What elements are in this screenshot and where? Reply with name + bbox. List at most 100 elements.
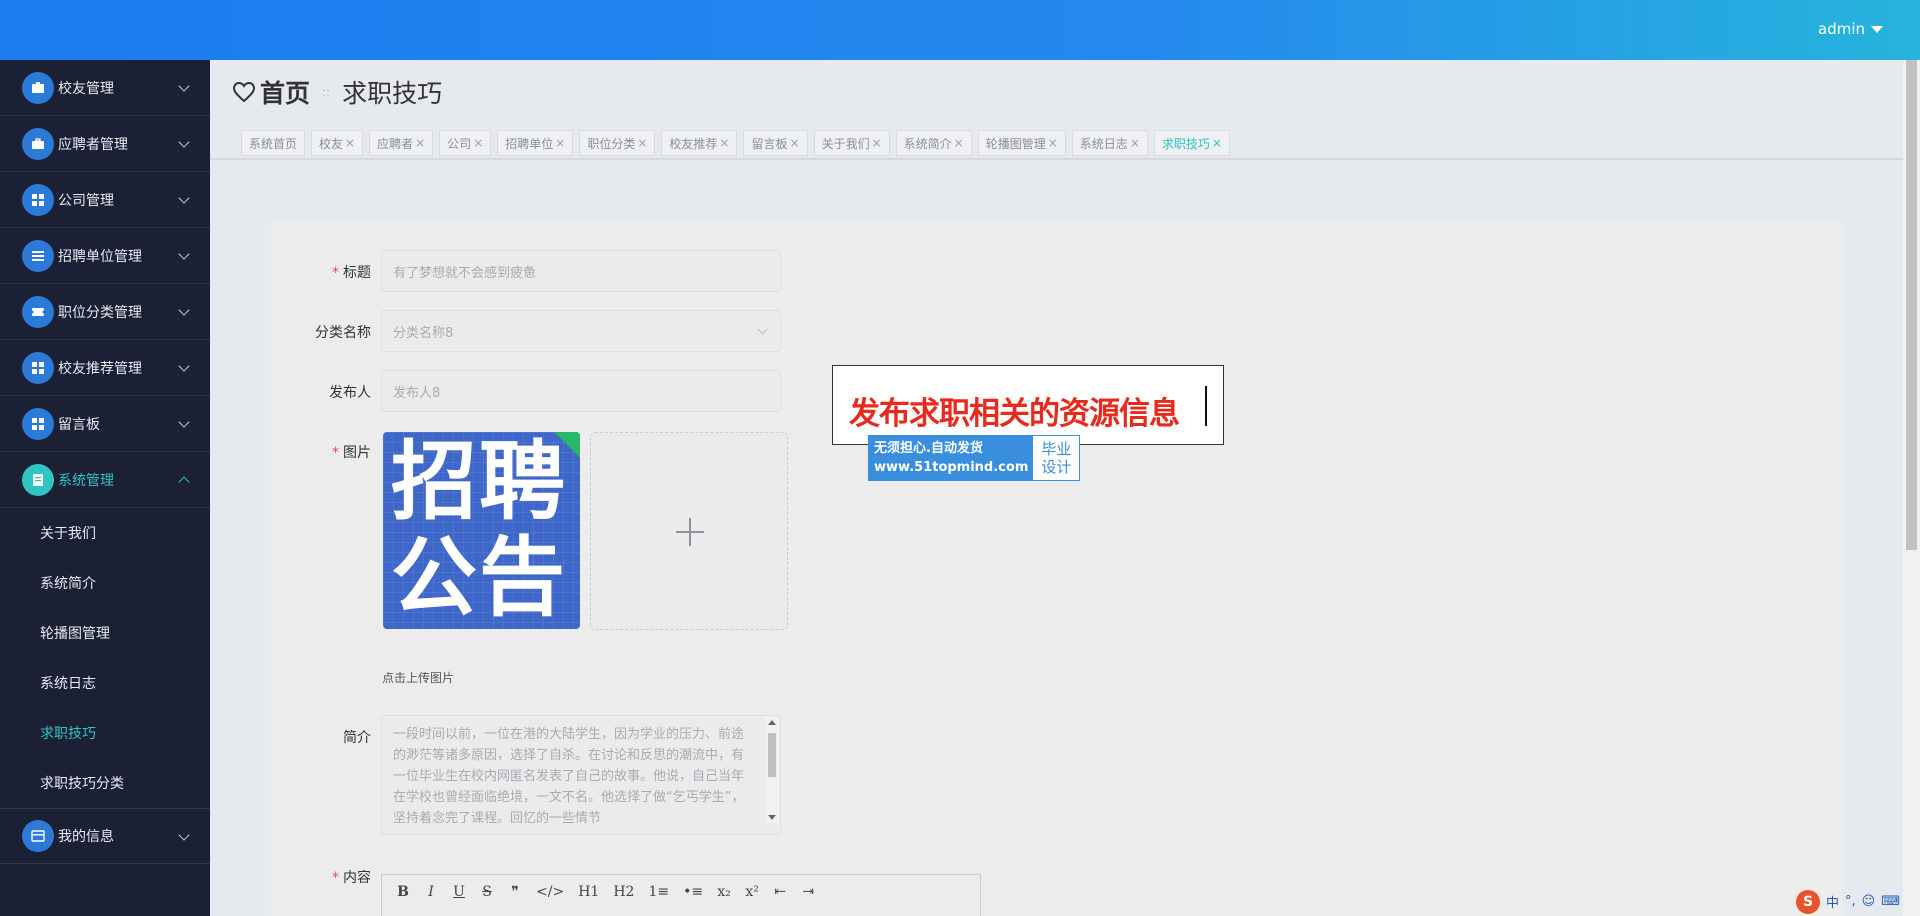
sidebar-item-my-info[interactable]: 我的信息 <box>0 808 210 864</box>
blockquote-button[interactable]: ❞ <box>508 884 522 900</box>
content-label: * 内容 <box>332 870 371 886</box>
grid-icon <box>22 183 54 216</box>
sogou-logo-icon[interactable]: S <box>1796 889 1820 914</box>
tag-system-intro[interactable]: 系统简介 × <box>895 130 972 156</box>
user-name: admin <box>1818 20 1865 38</box>
h1-button[interactable]: H1 <box>578 884 599 900</box>
close-icon[interactable]: × <box>415 136 425 150</box>
grid-icon <box>22 351 54 384</box>
code-button[interactable]: </> <box>536 884 564 900</box>
category-label: 分类名称 <box>315 325 371 341</box>
tag-alumni-recommend[interactable]: 校友推荐 × <box>661 130 738 156</box>
close-icon[interactable]: × <box>473 136 483 150</box>
tag-recruiter[interactable]: 招聘单位 × <box>497 130 574 156</box>
sidebar-item-applicants[interactable]: 应聘者管理 <box>0 116 210 172</box>
id-card-icon <box>22 71 54 104</box>
textarea-scrollbar[interactable] <box>765 717 779 823</box>
close-icon[interactable]: × <box>790 136 800 150</box>
sidebar-item-label: 系统管理 <box>58 472 114 489</box>
breadcrumb-current: 求职技巧 <box>342 79 443 108</box>
ime-punct[interactable]: °, <box>1845 894 1856 909</box>
upload-button[interactable] <box>590 432 788 630</box>
watermark-badge: 无须担心.自动发货 www.51topmind.com 毕业 设计 <box>868 435 1081 481</box>
watermark-right-2: 设计 <box>1041 458 1072 476</box>
superscript-button[interactable]: x² <box>745 884 759 900</box>
keyboard-icon[interactable]: ⌨ <box>1881 894 1900 909</box>
underline-button[interactable]: U <box>452 884 466 900</box>
h2-button[interactable]: H2 <box>613 884 634 900</box>
banner-text: 发布求职相关的资源信息 <box>849 396 1180 432</box>
sidebar-sub-carousel[interactable]: 轮播图管理 <box>0 608 210 658</box>
summary-label: 简介 <box>343 730 371 746</box>
summary-textarea[interactable]: 一段时间以前，一位在港的大陆学生，因为学业的压力、前途的渺茫等诸多原因，选择了自… <box>381 715 781 835</box>
sidebar-sub-about[interactable]: 关于我们 <box>0 508 210 558</box>
close-icon[interactable]: × <box>345 136 355 150</box>
ordered-list-button[interactable]: 1≡ <box>648 884 669 900</box>
category-select-text: 分类名称8 <box>393 325 454 341</box>
ime-tray: S 中 °, ☺ ⌨ <box>1790 887 1920 916</box>
tag-system-log[interactable]: 系统日志 × <box>1071 130 1148 156</box>
top-header: admin <box>0 0 1920 60</box>
close-icon[interactable]: × <box>954 136 964 150</box>
sidebar-sub-job-tips-category[interactable]: 求职技巧分类 <box>0 758 210 808</box>
sidebar-item-company[interactable]: 公司管理 <box>0 172 210 228</box>
close-icon[interactable]: × <box>719 136 729 150</box>
tag-message-board[interactable]: 留言板 × <box>743 130 808 156</box>
strike-button[interactable]: S <box>480 884 494 900</box>
sidebar-item-label: 招聘单位管理 <box>58 248 142 265</box>
breadcrumb-home[interactable]: 首页 <box>260 74 310 110</box>
sidebar-item-alumni[interactable]: 校友管理 <box>0 60 210 116</box>
close-icon[interactable]: × <box>1048 136 1058 150</box>
card-icon <box>22 820 54 852</box>
tag-label: 关于我们 <box>821 136 870 151</box>
tag-carousel[interactable]: 轮播图管理 × <box>977 130 1066 156</box>
sidebar-sub-system-intro[interactable]: 系统简介 <box>0 558 210 608</box>
indent-button[interactable]: ⇥ <box>801 884 815 900</box>
editor-toolbar: B I U S ❞ </> H1 H2 1≡ •≡ x₂ x² ⇤ ⇥ <box>382 875 980 909</box>
publisher-input[interactable]: 发布人8 <box>381 370 781 412</box>
bullet-list-button[interactable]: •≡ <box>683 884 703 900</box>
ime-mode[interactable]: 中 <box>1826 892 1839 911</box>
tag-label: 留言板 <box>751 136 788 151</box>
title-input[interactable]: 有了梦想就不会感到疲惫 <box>381 250 781 292</box>
outdent-button[interactable]: ⇤ <box>773 884 787 900</box>
tag-company[interactable]: 公司 × <box>439 130 492 156</box>
sidebar-item-label: 留言板 <box>58 416 100 433</box>
sidebar-item-label: 职位分类管理 <box>58 304 142 321</box>
italic-button[interactable]: I <box>424 884 438 900</box>
briefcase-icon <box>22 127 54 160</box>
upload-hint: 点击上传图片 <box>382 671 455 685</box>
category-select[interactable]: 分类名称8 <box>381 310 781 352</box>
chevron-down-icon <box>178 80 190 92</box>
sidebar-item-message-board[interactable]: 留言板 <box>0 396 210 452</box>
uploaded-image[interactable]: 招聘 公告 <box>383 432 580 629</box>
page-scrollbar[interactable] <box>1903 60 1920 916</box>
tag-about[interactable]: 关于我们 × <box>813 130 890 156</box>
tag-job-category[interactable]: 职位分类 × <box>579 130 656 156</box>
close-icon[interactable]: × <box>872 136 882 150</box>
sidebar-item-system[interactable]: 系统管理 <box>0 452 210 508</box>
close-icon[interactable]: × <box>637 136 647 150</box>
close-icon[interactable]: × <box>555 136 565 150</box>
watermark-line-2: www.51topmind.com <box>874 460 1029 475</box>
user-menu[interactable]: admin <box>1818 20 1883 38</box>
publisher-label: 发布人 <box>329 385 371 401</box>
tag-label: 系统简介 <box>903 136 952 151</box>
breadcrumb: 首页 :: 求职技巧 <box>232 74 442 110</box>
tag-job-tips[interactable]: 求职技巧 × <box>1153 130 1230 156</box>
chevron-down-icon <box>178 829 190 841</box>
close-icon[interactable]: × <box>1130 136 1140 150</box>
sidebar-sub-system-log[interactable]: 系统日志 <box>0 658 210 708</box>
tag-alumni[interactable]: 校友 × <box>311 130 364 156</box>
sidebar-item-job-categories[interactable]: 职位分类管理 <box>0 284 210 340</box>
close-icon[interactable]: × <box>1212 136 1222 150</box>
sidebar-item-recruiters[interactable]: 招聘单位管理 <box>0 228 210 284</box>
sidebar-sub-job-tips[interactable]: 求职技巧 <box>0 708 210 758</box>
tag-applicant[interactable]: 应聘者 × <box>369 130 434 156</box>
tag-system-home[interactable]: 系统首页 <box>241 130 306 156</box>
bold-button[interactable]: B <box>396 884 410 900</box>
emoji-icon[interactable]: ☺ <box>1862 894 1876 909</box>
subscript-button[interactable]: x₂ <box>717 884 731 900</box>
sidebar-item-alumni-recommend[interactable]: 校友推荐管理 <box>0 340 210 396</box>
rich-text-editor[interactable]: B I U S ❞ </> H1 H2 1≡ •≡ x₂ x² ⇤ ⇥ <box>381 874 981 916</box>
